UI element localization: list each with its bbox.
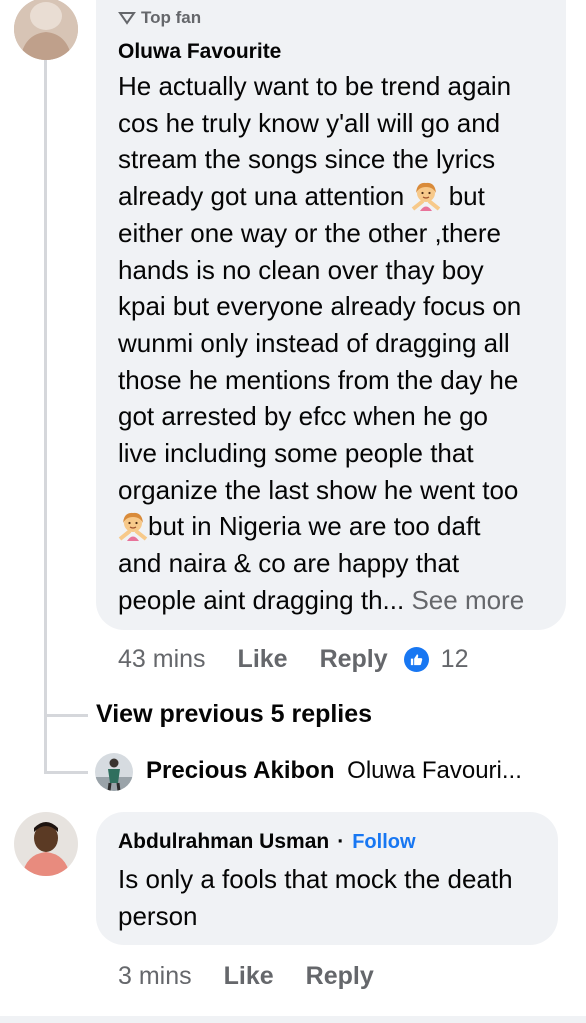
comment-line-text: already got una attention (118, 181, 405, 212)
comment-text: He actually want to be trend again cos h… (118, 68, 558, 619)
comment-line: people aint dragging th... See more (118, 582, 558, 619)
avatar-image (14, 812, 78, 876)
comment-line: already got una attention but (118, 178, 558, 215)
avatar-image (14, 0, 78, 60)
view-previous-replies-link[interactable]: View previous 5 replies (96, 700, 372, 729)
avatar-image (95, 753, 133, 791)
thread-line-branch-view-previous (44, 714, 88, 717)
comment-line: stream the songs since the lyrics (118, 144, 496, 175)
avatar-precious-akibon[interactable] (95, 753, 133, 791)
woman-gesturing-no-emoji-icon (118, 513, 148, 542)
reply-button[interactable]: Reply (306, 962, 374, 991)
comment-line: but in Nigeria we are too daft (118, 508, 558, 545)
comment-line: got arrested by efcc when he go (118, 401, 489, 432)
avatar-oluwa-favourite[interactable] (14, 0, 78, 60)
woman-gesturing-no-emoji-icon (412, 183, 441, 212)
comment-line: person (118, 900, 198, 931)
thread-line-branch-reply (44, 771, 88, 774)
like-button[interactable]: Like (238, 645, 288, 674)
comment-author-name[interactable]: Oluwa Favourite (118, 40, 281, 64)
comment-line: Is only a fools that mock the death (118, 864, 513, 894)
follow-button[interactable]: Follow (352, 831, 415, 854)
thread-line-vertical (44, 60, 47, 773)
comment-line: those he mentions from the day he (118, 364, 519, 395)
comment-line: wunmi only instead of dragging all (118, 327, 510, 358)
reply-author-name[interactable]: Precious Akibon (146, 757, 334, 784)
see-more-link[interactable]: See more (411, 585, 524, 615)
comment-line: He actually want to be trend again (118, 71, 512, 101)
comment-header: Abdulrahman Usman · Follow (118, 830, 416, 854)
reply-button[interactable]: Reply (320, 645, 388, 674)
comment-actions-row: 3 mins Like Reply (118, 960, 374, 992)
comment-line: organize the last show he went too (118, 474, 519, 505)
comment-line: and naira & co are happy that (118, 548, 460, 579)
comment-line-text: people aint dragging th... (118, 584, 405, 615)
comment-timestamp: 43 mins (118, 644, 206, 673)
avatar-abdulrahman-usman[interactable] (14, 812, 78, 876)
reply-preview-row[interactable]: Precious Akibon Oluwa Favouri... (146, 757, 522, 785)
comment-text: Is only a fools that mock the death pers… (118, 861, 548, 934)
top-fan-badge: Top fan (118, 8, 201, 28)
reaction-count: 12 (440, 644, 469, 673)
next-comment-edge (0, 1016, 586, 1023)
comment-line-suffix: but (448, 181, 485, 212)
comment-line: either one way or the other ,there (118, 217, 502, 248)
diamond-icon (118, 12, 136, 25)
separator-dot: · (337, 830, 345, 853)
reply-preview-text: Oluwa Favouri... (347, 757, 522, 784)
comment-line: hands is no clean over thay boy (118, 254, 484, 285)
comment-author-name[interactable]: Abdulrahman Usman (118, 830, 329, 854)
comment-line-text: but in Nigeria we are too daft (148, 511, 481, 542)
comment-line: live including some people that (118, 438, 474, 469)
top-fan-label: Top fan (141, 8, 202, 27)
comment-line: cos he truly know y'all will go and (118, 107, 501, 138)
comment-timestamp: 3 mins (118, 961, 192, 990)
thumbs-up-icon (410, 653, 422, 665)
like-button[interactable]: Like (224, 962, 274, 991)
like-reaction-icon[interactable] (403, 646, 429, 672)
comment-line: kpai but everyone already focus on (118, 291, 522, 322)
comment-actions-row: 43 mins Like Reply 12 (118, 643, 468, 675)
